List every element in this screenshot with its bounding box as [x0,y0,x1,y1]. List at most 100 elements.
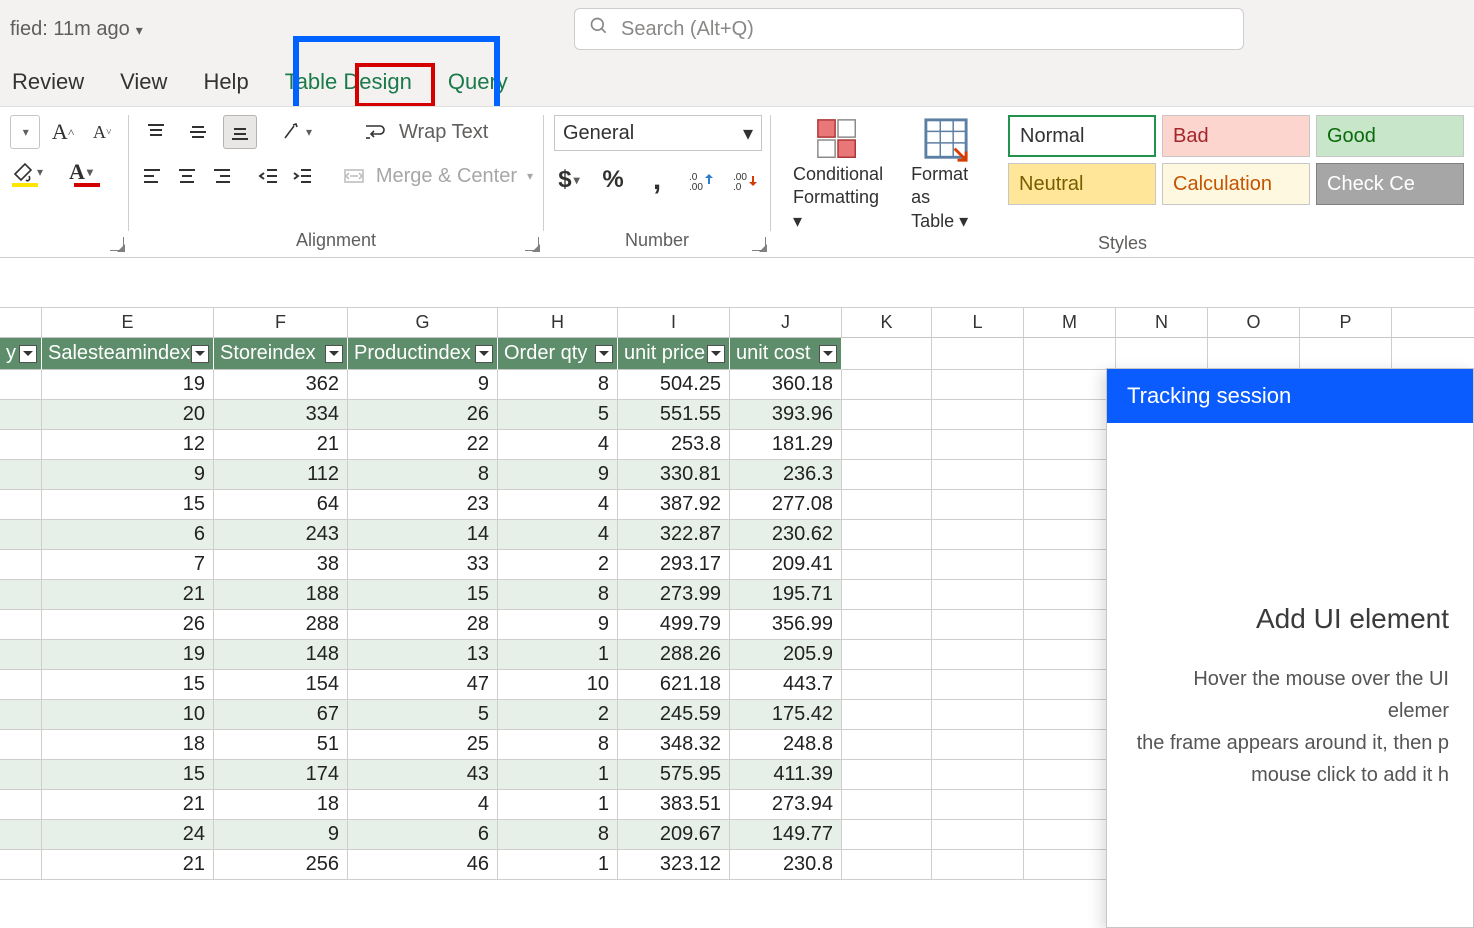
filter-icon[interactable] [191,345,209,363]
cell-K[interactable] [842,430,932,460]
cell-F[interactable]: 51 [214,730,348,760]
table-header-H[interactable]: Order qty [498,338,618,370]
cell-J[interactable]: 230.62 [730,520,842,550]
col-header-G[interactable]: G [348,308,498,337]
merge-dropdown[interactable] [525,167,533,185]
cell-H[interactable]: 4 [498,490,618,520]
filter-icon[interactable] [19,345,37,363]
cell-G[interactable]: 14 [348,520,498,550]
cell-M[interactable] [1024,430,1116,460]
col-header-I[interactable]: I [618,308,730,337]
cell-G[interactable]: 8 [348,460,498,490]
empty-header-M[interactable] [1024,338,1116,370]
cell-D[interactable] [0,820,42,850]
cell-M[interactable] [1024,760,1116,790]
cell-L[interactable] [932,550,1024,580]
cell-G[interactable]: 15 [348,580,498,610]
cell-H[interactable]: 8 [498,820,618,850]
accounting-format-button[interactable]: $ [554,163,584,197]
cell-H[interactable]: 1 [498,850,618,880]
cell-F[interactable]: 148 [214,640,348,670]
cell-I[interactable]: 245.59 [618,700,730,730]
cell-I[interactable]: 499.79 [618,610,730,640]
cell-K[interactable] [842,790,932,820]
cell-J[interactable]: 149.77 [730,820,842,850]
cell-M[interactable] [1024,400,1116,430]
col-header-H[interactable]: H [498,308,618,337]
cell-E[interactable]: 21 [42,580,214,610]
cell-G[interactable]: 5 [348,700,498,730]
cell-E[interactable]: 10 [42,700,214,730]
cell-H[interactable]: 10 [498,670,618,700]
col-header-O[interactable]: O [1208,308,1300,337]
cell-G[interactable]: 25 [348,730,498,760]
cell-F[interactable]: 64 [214,490,348,520]
number-dialog-launcher[interactable] [752,237,766,251]
cell-F[interactable]: 243 [214,520,348,550]
cell-H[interactable]: 8 [498,370,618,400]
cell-G[interactable]: 47 [348,670,498,700]
wrap-text-label[interactable]: Wrap Text [399,121,488,144]
col-header-F[interactable]: F [214,308,348,337]
cell-H[interactable]: 8 [498,580,618,610]
cell-L[interactable] [932,400,1024,430]
cell-L[interactable] [932,730,1024,760]
cell-D[interactable] [0,400,42,430]
cell-E[interactable]: 20 [42,400,214,430]
cell-H[interactable]: 2 [498,700,618,730]
cell-G[interactable]: 43 [348,760,498,790]
cell-L[interactable] [932,700,1024,730]
cell-F[interactable]: 38 [214,550,348,580]
cell-F[interactable]: 9 [214,820,348,850]
empty-header-O[interactable] [1208,338,1300,370]
cell-M[interactable] [1024,670,1116,700]
cell-L[interactable] [932,760,1024,790]
filter-icon[interactable] [595,345,613,363]
col-header-M[interactable]: M [1024,308,1116,337]
cell-D[interactable] [0,850,42,880]
cell-D[interactable] [0,370,42,400]
cell-L[interactable] [932,820,1024,850]
cell-styles-gallery[interactable]: Normal Bad Good Neutral Calculation Chec… [1008,115,1464,205]
font-box-dropdown[interactable] [10,115,40,149]
cell-D[interactable] [0,490,42,520]
cell-J[interactable]: 248.8 [730,730,842,760]
cell-F[interactable]: 288 [214,610,348,640]
cell-E[interactable]: 26 [42,610,214,640]
format-as-table-button[interactable]: Format asTable ▾ [899,115,993,233]
comma-format-button[interactable]: , [642,163,672,197]
wrap-text-icon[interactable] [357,115,391,149]
cell-M[interactable] [1024,790,1116,820]
cell-G[interactable]: 13 [348,640,498,670]
cell-L[interactable] [932,430,1024,460]
align-left-icon[interactable] [139,159,166,193]
cell-J[interactable]: 205.9 [730,640,842,670]
cell-F[interactable]: 362 [214,370,348,400]
cell-K[interactable] [842,850,932,880]
cell-E[interactable]: 19 [42,370,214,400]
cell-F[interactable]: 112 [214,460,348,490]
style-normal[interactable]: Normal [1008,115,1156,157]
cell-M[interactable] [1024,370,1116,400]
cell-D[interactable] [0,460,42,490]
cell-M[interactable] [1024,520,1116,550]
decrease-decimal-icon[interactable]: .00.0 [730,163,760,197]
cell-K[interactable] [842,490,932,520]
cell-J[interactable]: 175.42 [730,700,842,730]
conditional-formatting-button[interactable]: ConditionalFormatting ▾ [781,115,895,233]
cell-H[interactable]: 9 [498,460,618,490]
increase-indent-icon[interactable] [290,159,317,193]
align-middle-icon[interactable] [181,115,215,149]
alignment-dialog-launcher[interactable] [525,237,539,251]
cell-J[interactable]: 411.39 [730,760,842,790]
decrease-indent-icon[interactable] [255,159,282,193]
style-calculation[interactable]: Calculation [1162,163,1310,205]
cell-K[interactable] [842,460,932,490]
table-header-D[interactable]: y [0,338,42,370]
cell-J[interactable]: 236.3 [730,460,842,490]
empty-header-N[interactable] [1116,338,1208,370]
cell-F[interactable]: 188 [214,580,348,610]
style-neutral[interactable]: Neutral [1008,163,1156,205]
cell-J[interactable]: 443.7 [730,670,842,700]
cell-E[interactable]: 9 [42,460,214,490]
